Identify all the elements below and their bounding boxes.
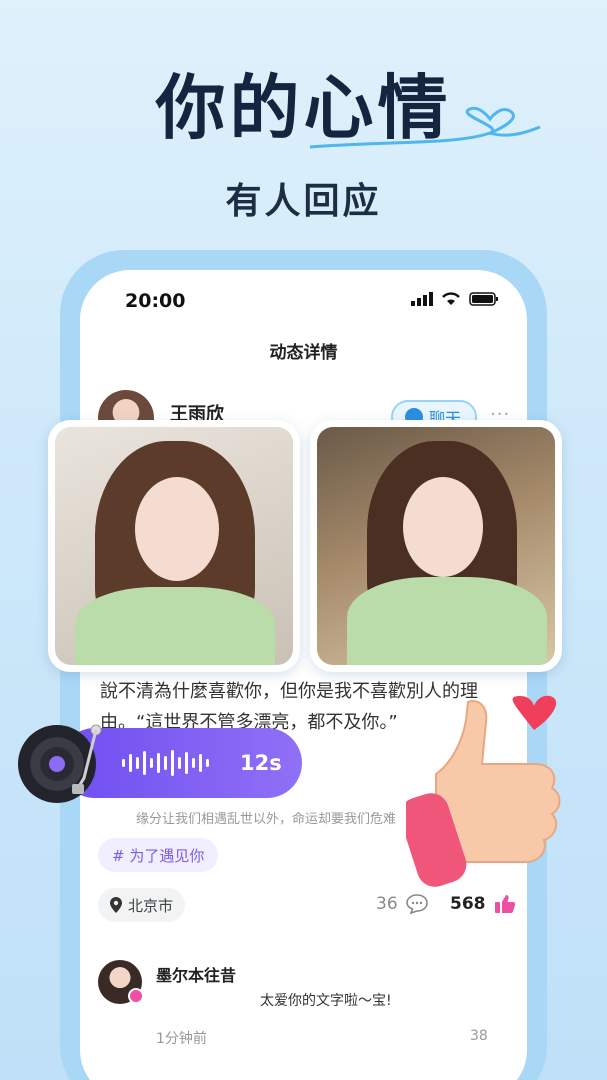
status-time: 20:00: [125, 290, 186, 312]
tonearm-icon: [72, 724, 102, 794]
like-stat[interactable]: 568: [450, 894, 516, 914]
gender-badge-icon: [128, 988, 144, 1004]
voice-duration: 12s: [240, 751, 282, 775]
location-chip[interactable]: 北京市: [98, 888, 186, 922]
comment-stat[interactable]: 36: [376, 894, 428, 914]
signal-icon: [411, 292, 433, 306]
location-label: 北京市: [128, 896, 174, 915]
comment-icon: [405, 894, 428, 914]
page-title: 动态详情: [269, 343, 338, 363]
post-photo-1[interactable]: [48, 420, 300, 672]
comment-text: 太爱你的文字啦～宝!: [260, 993, 392, 1009]
heart-swirl-decoration: [309, 106, 541, 149]
post-image: [317, 427, 555, 665]
topic-tag[interactable]: # 为了遇见你: [98, 838, 219, 872]
post-sub-text: 缘分让我们相遇乱世以外，命运却要我们危难: [136, 812, 397, 827]
like-count: 568: [450, 894, 486, 914]
comment-like-count[interactable]: 38: [470, 1028, 488, 1044]
comment-count: 36: [376, 894, 398, 914]
waveform-icon: [122, 750, 209, 776]
commenter-name[interactable]: 墨尔本往昔: [156, 962, 236, 986]
hero-subtitle: 有人回应: [225, 181, 382, 222]
thumbs-up-icon: [494, 895, 515, 913]
comment-time: 1分钟前: [156, 1031, 207, 1047]
post-image: [55, 427, 293, 665]
location-pin-icon: [110, 897, 122, 913]
battery-icon: [469, 292, 498, 306]
phone-screen: 20:00 动态详情 王雨欣 聊天 ···: [80, 270, 527, 1080]
thumbs-up-heart-decoration: [406, 695, 561, 887]
wifi-icon: [442, 292, 460, 305]
status-icons: [411, 292, 499, 306]
post-photo-2[interactable]: [310, 420, 562, 672]
